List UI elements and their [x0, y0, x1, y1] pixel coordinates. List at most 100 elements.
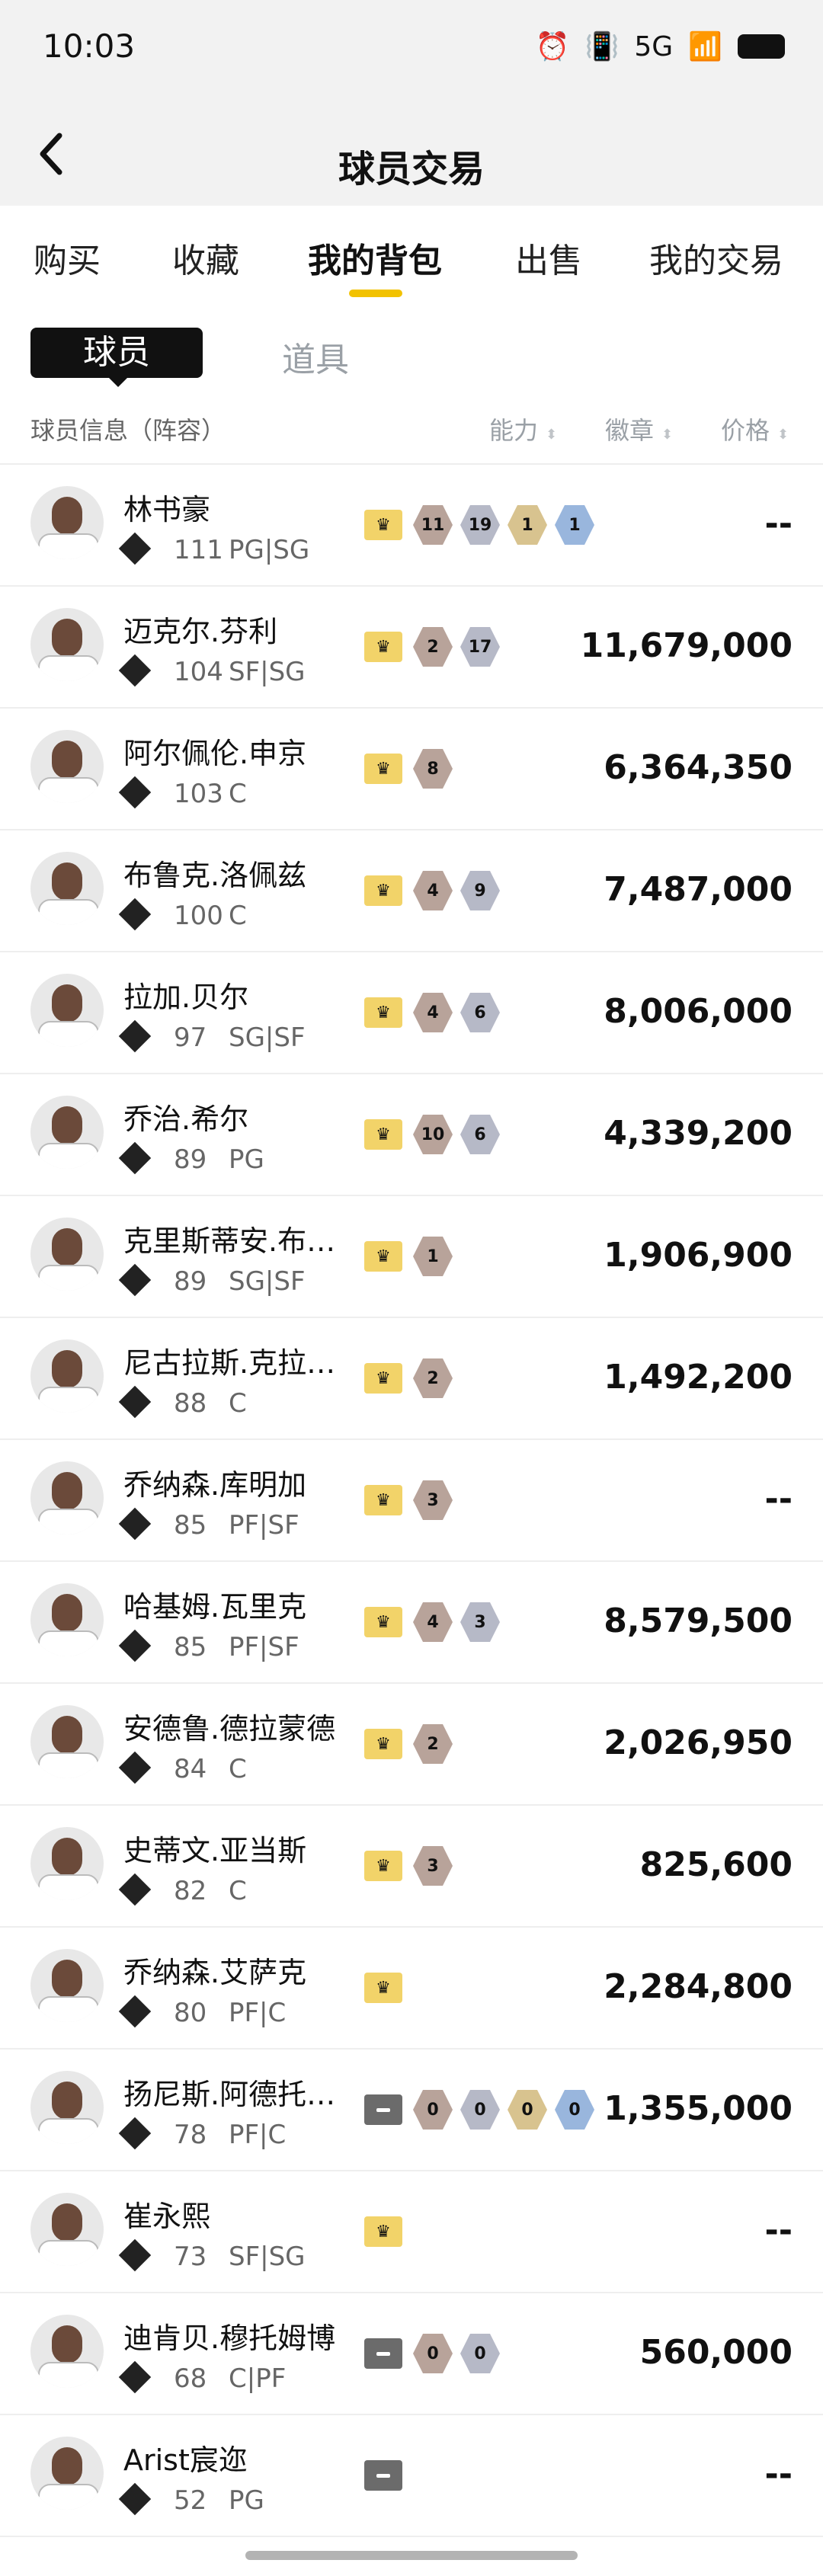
player-card-type-icon: [118, 776, 152, 809]
tier-icon: ♛: [364, 1729, 402, 1759]
player-avatar: [30, 486, 104, 559]
segment-players[interactable]: 球员: [30, 328, 203, 387]
player-head-shape: [52, 2203, 82, 2242]
sort-icon: ⬍: [777, 427, 789, 443]
player-name: 布鲁克.洛佩兹: [123, 859, 307, 892]
player-ability: 97: [174, 1022, 207, 1053]
player-ability: 88: [174, 1388, 207, 1419]
badge-list: 49: [413, 871, 500, 910]
badge-silver-icon: 0: [460, 2334, 500, 2373]
player-price: 7,487,000: [604, 870, 793, 909]
player-avatar: [30, 1705, 104, 1778]
badge-list: 1: [413, 1237, 453, 1276]
badge-bronze-icon: 0: [413, 2090, 453, 2130]
player-name: 尼古拉斯.克拉…: [123, 1346, 336, 1380]
player-card-type-icon: [118, 2238, 152, 2272]
table-row[interactable]: 史蒂文.亚当斯 82 C ♛ 3 825,600: [0, 1806, 823, 1928]
crown-icon: ♛: [376, 1125, 391, 1144]
player-head-shape: [52, 1472, 82, 1510]
player-card-type-icon: [118, 898, 152, 931]
player-card-type-icon: [118, 1263, 152, 1297]
player-name: 安德鲁.德拉蒙德: [123, 1712, 336, 1746]
category-switch: 球员 道具: [0, 306, 823, 390]
badge-silver-icon: 19: [460, 505, 500, 545]
player-ability: 73: [174, 2242, 207, 2272]
table-row[interactable]: 安德鲁.德拉蒙德 84 C ♛ 2 2,026,950: [0, 1684, 823, 1806]
vibrate-icon: 📳: [584, 31, 620, 62]
header-ability[interactable]: 能力 ⬍: [489, 411, 557, 446]
badge-bronze-icon: 4: [413, 1602, 453, 1642]
table-row[interactable]: 崔永熙 73 SF|SG ♛ --: [0, 2171, 823, 2293]
player-price: 1,492,200: [604, 1358, 793, 1397]
table-row[interactable]: 乔治.希尔 89 PG ♛ 10 6 4,339,200: [0, 1074, 823, 1196]
segment-items[interactable]: 道具: [282, 332, 349, 381]
player-head-shape: [52, 1106, 82, 1144]
player-card-type-icon: [118, 1629, 152, 1662]
battery-icon: [738, 34, 785, 59]
table-row[interactable]: 布鲁克.洛佩兹 100 C ♛ 49 7,487,000: [0, 830, 823, 952]
tier-icon: ♛: [364, 510, 402, 540]
tab-my-trades[interactable]: 我的交易: [649, 233, 783, 282]
crown-icon: ♛: [376, 1246, 391, 1266]
badge-gold-icon: 0: [508, 2090, 547, 2130]
table-row[interactable]: 乔纳森.艾萨克 80 PF|C ♛ 2,284,800: [0, 1928, 823, 2050]
player-shirt-shape: [38, 1996, 99, 2022]
table-row[interactable]: 克里斯蒂安.布… 89 SG|SF ♛ 1 1,906,900: [0, 1196, 823, 1318]
badge-bronze-icon: 1: [413, 1237, 453, 1276]
badge-bronze-icon: 2: [413, 1358, 453, 1398]
table-row[interactable]: Arist宸迩 52 PG --: [0, 2415, 823, 2537]
status-bar: 10:03 ⏰ 📳 5G 📶: [0, 0, 823, 99]
player-ability: 104: [174, 657, 223, 687]
player-shirt-shape: [38, 1265, 99, 1291]
badge-list: 2: [413, 1724, 453, 1764]
badge-gold-icon: 1: [508, 505, 547, 545]
player-price: 1,355,000: [604, 2089, 793, 2128]
table-row[interactable]: 扬尼斯.阿德托… 78 PF|C 0000 1,355,000: [0, 2050, 823, 2171]
table-row[interactable]: 林书豪 111 PG|SG ♛ 11 19 1 1 --: [0, 465, 823, 587]
header-ability-label: 能力: [489, 416, 539, 445]
player-avatar: [30, 1339, 104, 1413]
header-price[interactable]: 价格 ⬍: [721, 411, 789, 446]
player-position: C: [229, 1876, 247, 1906]
table-row[interactable]: 迪肯贝.穆托姆博 68 C|PF 00 560,000: [0, 2293, 823, 2415]
player-position: PF|C: [229, 1998, 287, 2028]
tier-icon: ♛: [364, 1241, 402, 1272]
player-card-type-icon: [118, 2117, 152, 2150]
tier-icon: [364, 2460, 402, 2491]
player-position: C|PF: [229, 2363, 287, 2394]
player-avatar: [30, 852, 104, 925]
player-ability: 82: [174, 1876, 207, 1906]
table-row[interactable]: 阿尔佩伦.申京 103 C ♛ 8 6,364,350: [0, 709, 823, 830]
player-name: 乔纳森.艾萨克: [123, 1956, 307, 1989]
player-head-shape: [52, 1594, 82, 1632]
sort-icon: ⬍: [661, 427, 674, 443]
status-time: 10:03: [43, 27, 136, 65]
table-row[interactable]: 哈基姆.瓦里克 85 PF|SF ♛ 43 8,579,500: [0, 1562, 823, 1684]
table-row[interactable]: 乔纳森.库明加 85 PF|SF ♛ 3 --: [0, 1440, 823, 1562]
tab-favorites[interactable]: 收藏: [172, 233, 239, 282]
badge-bronze-icon: 3: [413, 1480, 453, 1520]
header-badge[interactable]: 徽章 ⬍: [605, 411, 673, 446]
crown-icon: ♛: [376, 1734, 391, 1754]
crown-icon: ♛: [376, 637, 391, 657]
tier-icon: ♛: [364, 1363, 402, 1394]
tier-icon: ♛: [364, 1851, 402, 1881]
tab-sell[interactable]: 出售: [515, 233, 582, 282]
player-name: 拉加.贝尔: [123, 981, 249, 1014]
player-avatar: [30, 1096, 104, 1169]
player-shirt-shape: [38, 655, 99, 681]
tier-dash-icon: [376, 2473, 390, 2478]
player-ability: 68: [174, 2363, 207, 2394]
tier-icon: ♛: [364, 632, 402, 662]
header-badge-label: 徽章: [605, 416, 655, 445]
table-row[interactable]: 尼古拉斯.克拉… 88 C ♛ 2 1,492,200: [0, 1318, 823, 1440]
tab-buy[interactable]: 购买: [34, 233, 101, 282]
badge-bronze-icon: 4: [413, 871, 453, 910]
table-row[interactable]: 拉加.贝尔 97 SG|SF ♛ 46 8,006,000: [0, 952, 823, 1074]
table-row[interactable]: 迈克尔.芬利 104 SF|SG ♛ 2 17 11,679,000: [0, 587, 823, 709]
badge-bronze-icon: 2: [413, 1724, 453, 1764]
player-avatar: [30, 2437, 104, 2510]
badge-list: 2 17: [413, 627, 500, 667]
badge-silver-icon: 3: [460, 1602, 500, 1642]
tab-my-backpack[interactable]: 我的背包: [308, 233, 442, 282]
